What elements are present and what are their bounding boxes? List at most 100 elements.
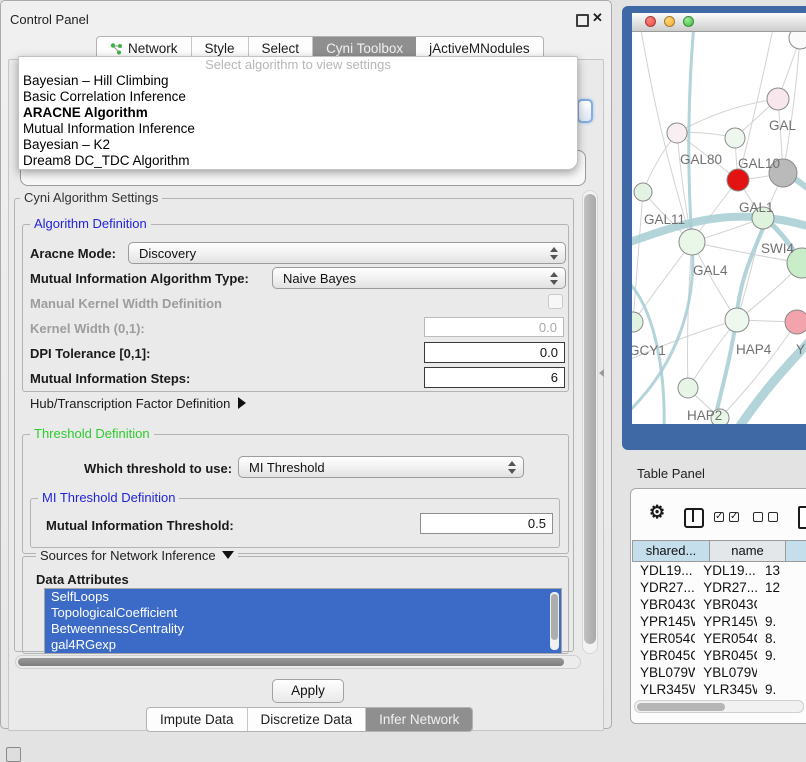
dropdown-item[interactable]: Basic Correlation Inference (19, 89, 577, 105)
table-cell: YBR045C (632, 647, 695, 664)
mi-threshold-field[interactable]: 0.5 (420, 513, 553, 534)
checkbox-unchecked-icon[interactable] (753, 512, 763, 522)
network-node[interactable] (785, 310, 806, 334)
table-cell: YDR27... (695, 579, 757, 596)
scrollbar-thumb[interactable] (637, 703, 725, 711)
apply-button[interactable]: Apply (272, 679, 344, 703)
table-cell: YBL079W (632, 664, 695, 681)
table-cell: 9. (757, 613, 806, 630)
table-row[interactable]: YER054CYER054C8. (632, 630, 806, 647)
stepper-arrows-icon (550, 271, 559, 286)
checkbox-checked-icon[interactable]: ✓ (714, 512, 724, 522)
scrollbar-thumb[interactable] (584, 194, 596, 644)
table-row[interactable]: YPR145WYPR145W9. (632, 613, 806, 630)
node-label: Y (796, 342, 805, 357)
close-icon[interactable]: ✕ (592, 10, 603, 25)
list-item[interactable]: BetweennessCentrality (45, 621, 561, 637)
network-window-titlebar[interactable] (632, 13, 806, 32)
tab-infer-network[interactable]: Infer Network (366, 708, 472, 731)
network-edge[interactable] (677, 99, 778, 133)
table-row[interactable]: YBR045CYBR045C9. (632, 647, 806, 664)
list-item[interactable]: gal4RGexp (45, 637, 561, 653)
network-node[interactable] (632, 312, 643, 332)
which-threshold-select[interactable]: MI Threshold (238, 456, 524, 478)
table-cell: YBR043C (695, 596, 757, 613)
dropdown-item[interactable]: Bayesian – Hill Climbing (19, 73, 577, 89)
dropdown-item[interactable]: Bayesian – K2 (19, 137, 577, 153)
close-traffic-light-icon[interactable] (645, 16, 656, 27)
document-icon[interactable] (798, 506, 806, 529)
column-header-partial[interactable]: A (786, 540, 806, 562)
split-columns-icon[interactable] (684, 508, 704, 528)
zoom-traffic-light-icon[interactable] (683, 16, 694, 27)
aracne-mode-select[interactable]: Discovery (128, 242, 566, 264)
splitpane-collapse-icon[interactable] (599, 369, 604, 377)
list-item[interactable]: SelfLoops (45, 589, 561, 605)
network-edge-highlighted[interactable] (736, 326, 806, 424)
mi-threshold-definition-title: MI Threshold Definition (38, 491, 179, 505)
table-row[interactable]: YLR345WYLR345W9. (632, 681, 806, 698)
sources-group-title[interactable]: Sources for Network Inference (36, 549, 238, 563)
dpi-tolerance-field[interactable]: 0.0 (424, 342, 565, 363)
table-panel-title: Table Panel (637, 466, 705, 481)
settings-vertical-scrollbar[interactable] (582, 190, 598, 654)
settings-horizontal-scrollbar[interactable] (15, 655, 581, 669)
table-horizontal-scrollbar[interactable] (634, 700, 804, 713)
network-node[interactable] (634, 183, 652, 201)
table-row[interactable]: YDL19...YDL19...13 (632, 562, 806, 579)
checkbox-unchecked-icon[interactable] (768, 512, 778, 522)
stepper-arrows-icon (508, 460, 517, 475)
table-cell: 9. (757, 647, 806, 664)
algorithm-definition-title: Algorithm Definition (30, 217, 151, 231)
panel-grip-icon[interactable] (6, 747, 21, 762)
algorithm-combobox-stepper[interactable] (577, 99, 593, 123)
table-cell (757, 596, 806, 613)
tab-impute-data[interactable]: Impute Data (147, 708, 248, 731)
dropdown-item-selected[interactable]: ARACNE Algorithm (19, 105, 577, 121)
tab-discretize-data[interactable]: Discretize Data (248, 708, 367, 731)
network-node[interactable] (679, 229, 705, 255)
column-header-shared-name[interactable]: shared... (632, 540, 710, 562)
network-node[interactable] (725, 128, 745, 148)
network-node[interactable] (767, 88, 789, 110)
float-window-icon[interactable] (576, 14, 589, 27)
manual-kernel-width-checkbox[interactable] (548, 294, 563, 309)
network-node[interactable] (789, 32, 806, 49)
list-scrollbar[interactable] (550, 592, 559, 650)
collapse-down-icon (222, 551, 234, 559)
network-node[interactable] (678, 378, 698, 398)
network-edge[interactable] (692, 242, 737, 320)
kernel-width-field[interactable]: 0.0 (424, 317, 564, 337)
list-item[interactable]: TopologicalCoefficient (45, 605, 561, 621)
application-window: Control Panel ✕ Network Style Select Cyn… (0, 0, 806, 762)
network-canvas[interactable]: GALGAL80GAL10GAL1GAL11SWI4GAL4GCY1HAP4YH… (632, 32, 806, 424)
minimize-traffic-light-icon[interactable] (664, 16, 675, 27)
dropdown-item[interactable]: Dream8 DC_TDC Algorithm (19, 153, 577, 169)
network-edge[interactable] (633, 242, 692, 322)
scrollbar-thumb[interactable] (18, 658, 564, 666)
cyni-bottom-tabbar: Impute Data Discretize Data Infer Networ… (146, 707, 473, 732)
column-header-name[interactable]: name (710, 540, 786, 562)
table-cell (757, 664, 806, 681)
table-row[interactable]: YDR27...YDR27...12 (632, 579, 806, 596)
network-node[interactable] (725, 308, 749, 332)
table-row[interactable]: YBR043CYBR043C (632, 596, 806, 613)
table-cell: YBL079W (695, 664, 757, 681)
table-cell: YPR145W (695, 613, 757, 630)
node-label: GAL10 (738, 156, 780, 171)
gear-icon[interactable]: ⚙ (649, 505, 665, 520)
control-panel-title: Control Panel (10, 12, 89, 27)
table-cell: 13 (757, 562, 806, 579)
dropdown-item[interactable]: Mutual Information Inference (19, 121, 577, 137)
data-attributes-list[interactable]: SelfLoops TopologicalCoefficient Between… (44, 588, 562, 654)
mi-algorithm-type-select[interactable]: Naive Bayes (272, 267, 566, 289)
network-node[interactable] (667, 123, 687, 143)
checkbox-checked-icon[interactable]: ✓ (729, 512, 739, 522)
table-cell: YDL19... (632, 562, 695, 579)
node-label: GAL80 (680, 152, 722, 167)
table-cell: 9. (757, 681, 806, 698)
node-label: HAP2 (687, 408, 722, 423)
table-row[interactable]: YBL079WYBL079W (632, 664, 806, 681)
network-node[interactable] (727, 169, 749, 191)
mi-steps-field[interactable]: 6 (424, 367, 565, 388)
